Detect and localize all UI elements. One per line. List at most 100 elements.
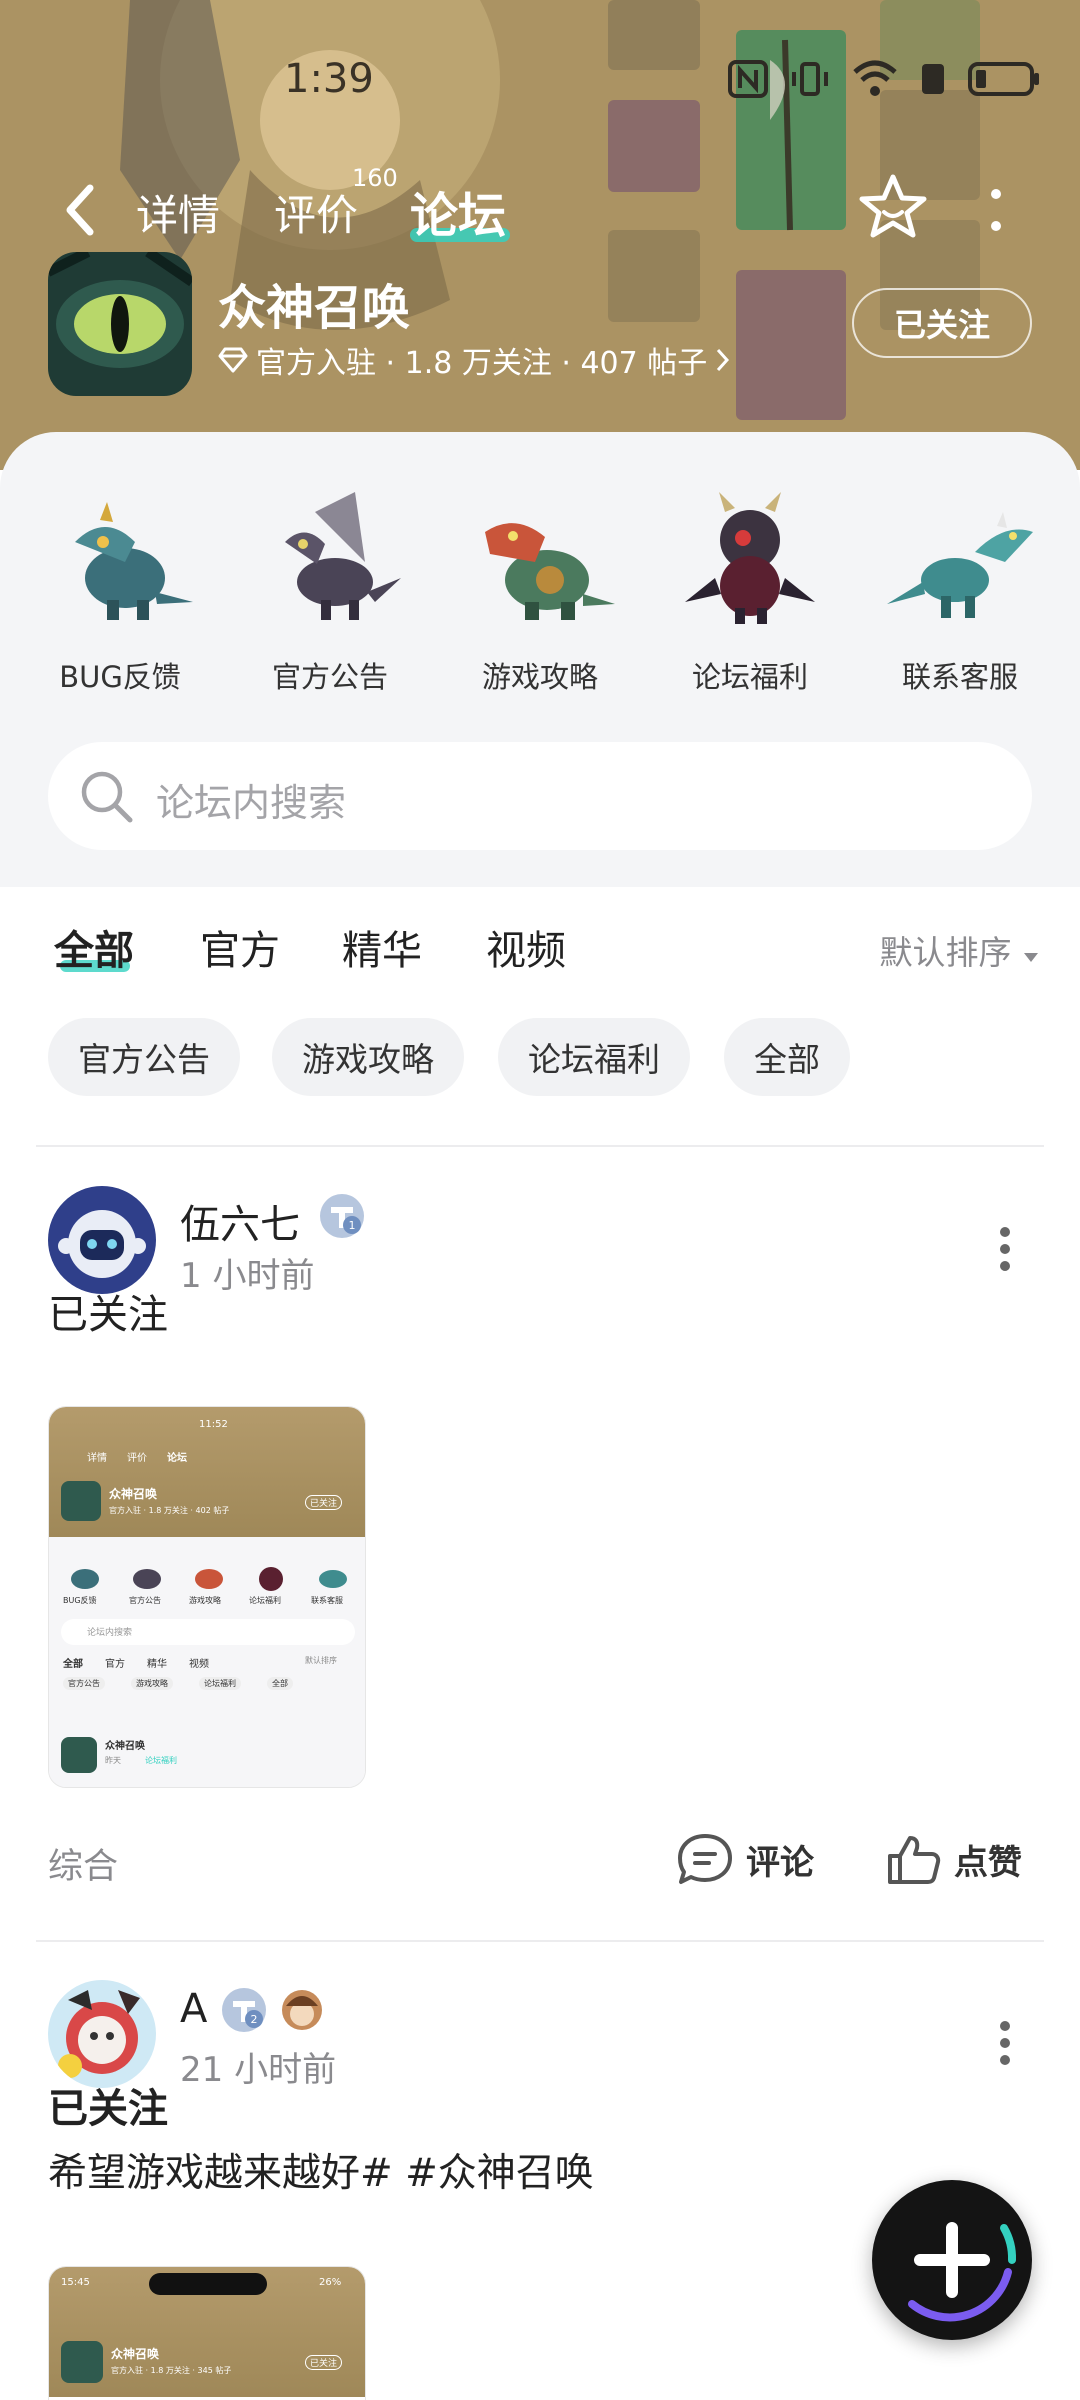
thumb-time: 11:52: [199, 1419, 228, 1430]
quick-link-guides[interactable]: 游戏攻略: [450, 482, 630, 696]
quick-links-section: BUG反馈 官方公告 游戏攻略 论坛福利 联系客服 论坛内搜索: [0, 432, 1080, 887]
filter-tab-featured[interactable]: 精华: [342, 918, 422, 976]
filter-tab-official[interactable]: 官方: [200, 918, 280, 976]
status-time: 1:39: [284, 56, 374, 102]
post-category: 综合: [48, 1847, 119, 1887]
reviews-count-badge: 160: [352, 164, 398, 192]
chip-announcements[interactable]: 官方公告: [48, 1018, 240, 1096]
sort-dropdown[interactable]: 默认排序: [880, 926, 1041, 974]
quick-link-label: 论坛福利: [691, 660, 808, 694]
vibrate-icon: [792, 62, 828, 96]
thumb-app-name: 众神召唤: [109, 1487, 158, 1501]
top-nav: 详情 评价 160 论坛: [0, 160, 1080, 260]
post-image[interactable]: 15:45 26% 众神召唤 官方入驻 · 1.8 万关注 · 345 帖子 已…: [48, 2266, 366, 2400]
sort-label: 默认排序: [879, 933, 1012, 972]
quick-link-benefits[interactable]: 论坛福利: [660, 482, 840, 696]
comment-button[interactable]: 评论: [676, 1832, 814, 1886]
avatar[interactable]: [48, 1980, 156, 2088]
thumb-app-meta: 官方入驻 · 1.8 万关注 · 402 帖子: [109, 1506, 230, 1515]
dragon-armored-icon: [485, 523, 615, 620]
thumb-post-tag: 论坛福利: [145, 1756, 177, 1765]
avatar[interactable]: [48, 1186, 156, 1294]
divider: [36, 1940, 1044, 1942]
thumb-battery: 26%: [319, 2277, 342, 2288]
plus-icon: [908, 2222, 1017, 2322]
forum-search-bar[interactable]: 论坛内搜索: [48, 742, 1032, 850]
thumb-body: BUG反馈 官方公告 游戏攻略 论坛福利 联系客服 论坛内搜索 全部 官方 精华…: [49, 1537, 365, 1787]
tab-forum[interactable]: 论坛: [410, 176, 506, 246]
thumb-chip: 全部: [267, 1677, 293, 1690]
post-time: 21 小时前: [180, 2050, 337, 2090]
thumb-quick: 游戏攻略: [189, 1596, 221, 1605]
post-more-icon[interactable]: [999, 1224, 1011, 1274]
sim-icon: [922, 64, 944, 94]
tab-details[interactable]: 详情: [136, 182, 220, 243]
user-medal-avatar-icon: [282, 1990, 322, 2030]
chip-guides[interactable]: 游戏攻略: [272, 1018, 464, 1096]
dragon-winged-icon: [285, 492, 401, 620]
app-name: 众神召唤: [218, 280, 411, 336]
thumb-dynamic-island: [149, 2273, 267, 2295]
author-name[interactable]: A: [180, 1986, 207, 2032]
thumb-tab: 论坛: [167, 1453, 187, 1464]
create-post-button[interactable]: [872, 2180, 1032, 2340]
thumb-post-meta: 昨天: [105, 1756, 121, 1765]
chip-all[interactable]: 全部: [724, 1018, 850, 1096]
thumb-chip: 游戏攻略: [131, 1677, 173, 1690]
follow-button[interactable]: 已关注: [852, 288, 1032, 358]
filter-tab-all[interactable]: 全部: [54, 918, 134, 976]
back-icon[interactable]: [56, 180, 106, 240]
thumb-filter: 官方: [105, 1659, 125, 1670]
thumb-app-meta: 官方入驻 · 1.8 万关注 · 345 帖子: [111, 2366, 232, 2375]
thumb-app-icon: [61, 1481, 101, 1521]
post-body: 希望游戏越来越好# #众神召唤: [48, 2151, 594, 2196]
thumb-quick: BUG反馈: [63, 1596, 97, 1605]
post-title: 已关注: [48, 1292, 168, 1338]
quick-link-announcements[interactable]: 官方公告: [240, 482, 420, 696]
post-time: 1 小时前: [180, 1256, 315, 1296]
favorite-star-icon[interactable]: [858, 172, 928, 242]
tab-reviews[interactable]: 评价: [274, 182, 358, 243]
thumb-quick: 论坛福利: [249, 1596, 281, 1605]
svg-text:1: 1: [349, 1219, 356, 1232]
thumb-sort: 默认排序: [305, 1656, 337, 1665]
app-icon: [48, 252, 192, 396]
wifi-icon: [853, 60, 897, 96]
post-more-icon[interactable]: [999, 2018, 1011, 2068]
search-icon: [81, 771, 133, 823]
like-button[interactable]: 点赞: [886, 1832, 1022, 1886]
thumb-post-icon: [61, 1737, 97, 1773]
quick-link-label: 官方公告: [271, 660, 388, 694]
thumb-filter: 全部: [63, 1659, 83, 1670]
post-filter-tabs: 全部 官方 精华 视频 默认排序: [0, 910, 1080, 990]
thumb-chip: 论坛福利: [199, 1677, 241, 1690]
author-name[interactable]: 伍六七: [180, 1192, 300, 1250]
svg-text:2: 2: [251, 2013, 258, 2026]
thumb-search: 论坛内搜索: [61, 1619, 355, 1645]
thumb-quick: 官方公告: [129, 1596, 161, 1605]
comment-label: 评论: [746, 1842, 814, 1883]
thumb-follow: 已关注: [305, 2355, 343, 2370]
thumb-post-name: 众神召唤: [105, 1741, 145, 1752]
app-meta[interactable]: 官方入驻 · 1.8 万关注 · 407 帖子: [218, 338, 731, 382]
chip-benefits[interactable]: 论坛福利: [498, 1018, 690, 1096]
post-image[interactable]: 11:52 详情 评价 论坛 众神召唤 官方入驻 · 1.8 万关注 · 402…: [48, 1406, 366, 1788]
battery-icon: [968, 62, 1039, 96]
quick-link-customer-service[interactable]: 联系客服: [870, 482, 1050, 696]
quick-link-label: 游戏攻略: [481, 660, 598, 694]
filter-tab-video[interactable]: 视频: [486, 918, 566, 976]
search-placeholder: 论坛内搜索: [156, 781, 347, 825]
thumb-time: 15:45: [61, 2277, 90, 2288]
user-level-badge-icon: 2: [222, 1988, 266, 2032]
more-options-icon[interactable]: [990, 186, 1002, 236]
post-card[interactable]: 伍六七 1 1 小时前 已关注 11:52 详情 评价 论坛 众神召唤 官方入驻…: [0, 1186, 1080, 1936]
nfc-icon: [728, 60, 768, 98]
caret-down-icon: [1024, 953, 1038, 962]
app-meta-text: 官方入驻 · 1.8 万关注 · 407 帖子: [256, 346, 708, 381]
chevron-right-icon: [717, 348, 730, 372]
thumb-quick: 联系客服: [311, 1596, 343, 1605]
status-bar: 1:39: [0, 40, 1080, 120]
thumb-filter: 视频: [189, 1659, 209, 1670]
quick-link-bug-report[interactable]: BUG反馈: [30, 482, 210, 696]
divider: [36, 1145, 1044, 1147]
